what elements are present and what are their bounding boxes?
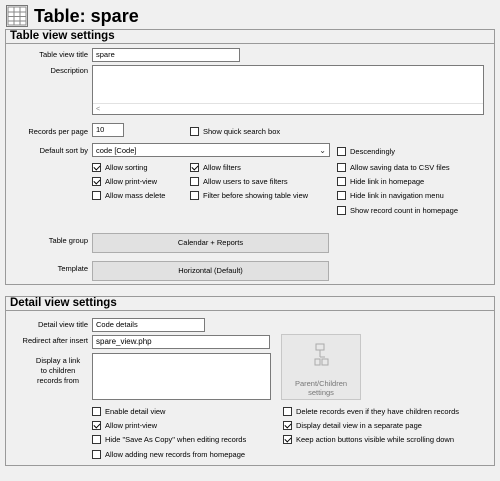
checkbox-label: Allow saving data to CSV files xyxy=(350,163,450,172)
checkbox-box[interactable] xyxy=(190,127,199,136)
checkbox-box[interactable] xyxy=(190,191,199,200)
parent-children-btn-line1: Parent/Children xyxy=(294,379,348,388)
checkbox-box[interactable] xyxy=(92,435,101,444)
checkbox-box[interactable] xyxy=(337,147,346,156)
checkbox-label: Keep action buttons visible while scroll… xyxy=(296,435,455,444)
table-group-button[interactable]: Calendar + Reports xyxy=(92,233,329,253)
delete-records-children-checkbox[interactable]: Delete records even if they have childre… xyxy=(283,406,459,417)
show-record-count-checkbox[interactable]: Show record count in homepage xyxy=(337,205,458,216)
checkbox-box[interactable] xyxy=(283,421,292,430)
checkbox-label: Allow print-view xyxy=(105,177,158,186)
detail-allow-print-view-checkbox[interactable]: Allow print-view xyxy=(92,420,157,431)
description-scrollbar[interactable]: < xyxy=(93,103,483,114)
checkbox-label: Hide "Save As Copy" when editing records xyxy=(105,435,247,444)
parent-children-settings-button[interactable]: Parent/Children settings xyxy=(281,334,361,400)
checkbox-label: Allow filters xyxy=(203,163,241,172)
table-view-title-label: Table view title xyxy=(39,50,88,59)
checkbox-box[interactable] xyxy=(92,450,101,459)
template-button[interactable]: Horizontal (Default) xyxy=(92,261,329,281)
default-sort-label: Default sort by xyxy=(39,146,88,155)
checkbox-box[interactable] xyxy=(337,177,346,186)
children-records-label-line3: records from xyxy=(36,376,80,385)
children-records-label-line1: Display a link xyxy=(35,356,81,365)
checkbox-label: Display detail view in a separate page xyxy=(296,421,422,430)
records-per-page-input[interactable]: 10 xyxy=(92,123,124,137)
filter-before-showing-checkbox[interactable]: Filter before showing table view xyxy=(190,190,308,201)
checkbox-label: Allow mass delete xyxy=(105,191,166,200)
chevron-down-icon: ⌄ xyxy=(319,146,326,155)
table-view-title-input[interactable]: spare xyxy=(92,48,240,62)
checkbox-label: Hide link in homepage xyxy=(350,177,425,186)
checkbox-box[interactable] xyxy=(283,435,292,444)
checkbox-label: Filter before showing table view xyxy=(203,191,309,200)
checkbox-label: Hide link in navigation menu xyxy=(350,191,444,200)
checkbox-label: Allow users to save filters xyxy=(203,177,288,186)
enable-detail-view-checkbox[interactable]: Enable detail view xyxy=(92,406,165,417)
default-sort-value: code [Code] xyxy=(96,146,137,155)
checkbox-box[interactable] xyxy=(92,163,101,172)
detail-view-title-label: Detail view title xyxy=(37,320,88,329)
table-grid-icon xyxy=(6,5,28,27)
hide-link-nav-menu-checkbox[interactable]: Hide link in navigation menu xyxy=(337,190,444,201)
checkbox-box[interactable] xyxy=(92,421,101,430)
children-records-label-line2: to children xyxy=(40,366,76,375)
section-header-detail-view: Detail view settings xyxy=(6,297,494,311)
checkbox-label: Enable detail view xyxy=(105,407,166,416)
allow-saving-csv-checkbox[interactable]: Allow saving data to CSV files xyxy=(337,162,450,173)
checkbox-box[interactable] xyxy=(190,163,199,172)
hide-save-as-copy-checkbox[interactable]: Hide "Save As Copy" when editing records xyxy=(92,434,246,445)
checkbox-box[interactable] xyxy=(92,407,101,416)
checkbox-label: Allow sorting xyxy=(105,163,148,172)
hide-link-homepage-checkbox[interactable]: Hide link in homepage xyxy=(337,176,424,187)
checkbox-box[interactable] xyxy=(283,407,292,416)
checkbox-box[interactable] xyxy=(337,163,346,172)
checkbox-box[interactable] xyxy=(92,177,101,186)
keep-action-buttons-visible-checkbox[interactable]: Keep action buttons visible while scroll… xyxy=(283,434,454,445)
allow-print-view-checkbox[interactable]: Allow print-view xyxy=(92,176,157,187)
parent-children-icon xyxy=(314,343,330,369)
description-textarea[interactable]: < xyxy=(92,65,484,115)
template-label: Template xyxy=(57,264,88,273)
show-quick-search-checkbox[interactable]: Show quick search box xyxy=(190,126,280,137)
description-label: Description xyxy=(50,66,88,75)
scroll-left-icon[interactable]: < xyxy=(96,104,100,115)
section-header-table-view: Table view settings xyxy=(6,30,494,44)
redirect-after-insert-label: Redirect after insert xyxy=(22,336,88,345)
parent-children-btn-line2: settings xyxy=(308,388,334,397)
table-group-label: Table group xyxy=(48,236,88,245)
children-records-list[interactable] xyxy=(92,353,271,400)
descendingly-checkbox[interactable]: Descendingly xyxy=(337,146,395,157)
allow-sorting-checkbox[interactable]: Allow sorting xyxy=(92,162,148,173)
checkbox-box[interactable] xyxy=(190,177,199,186)
allow-mass-delete-checkbox[interactable]: Allow mass delete xyxy=(92,190,165,201)
allow-adding-from-homepage-checkbox[interactable]: Allow adding new records from homepage xyxy=(92,449,245,460)
allow-save-filters-checkbox[interactable]: Allow users to save filters xyxy=(190,176,288,187)
display-detail-separate-page-checkbox[interactable]: Display detail view in a separate page xyxy=(283,420,422,431)
redirect-after-insert-input[interactable]: spare_view.php xyxy=(92,335,270,349)
checkbox-label: Allow print-view xyxy=(105,421,158,430)
checkbox-label: Delete records even if they have childre… xyxy=(296,407,460,416)
checkbox-label: Descendingly xyxy=(350,147,396,156)
checkbox-label: Allow adding new records from homepage xyxy=(105,450,246,459)
checkbox-box[interactable] xyxy=(337,191,346,200)
detail-view-title-input[interactable]: Code details xyxy=(92,318,205,332)
page-header: Table: spare xyxy=(4,4,496,28)
default-sort-select[interactable]: code [Code] ⌄ xyxy=(92,143,330,157)
checkbox-label: Show record count in homepage xyxy=(350,206,458,215)
checkbox-label: Show quick search box xyxy=(203,127,281,136)
records-per-page-label: Records per page xyxy=(28,127,88,136)
allow-filters-checkbox[interactable]: Allow filters xyxy=(190,162,241,173)
page-title: Table: spare xyxy=(34,6,139,26)
checkbox-box[interactable] xyxy=(337,206,346,215)
checkbox-box[interactable] xyxy=(92,191,101,200)
